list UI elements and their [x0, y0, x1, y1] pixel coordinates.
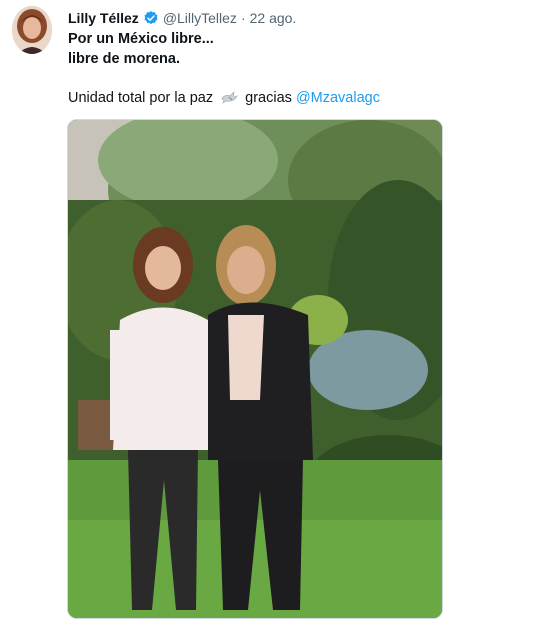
author-name[interactable]: Lilly Téllez — [68, 10, 139, 26]
tweet-text-line-2: libre de morena. — [68, 51, 181, 67]
tweet-text-line-3: Unidad total por la paz gracias @Mzavala… — [68, 89, 380, 107]
avatar[interactable] — [12, 6, 52, 54]
tweet-date[interactable]: 22 ago. — [250, 10, 297, 26]
dove-emoji-icon — [220, 90, 239, 104]
tweet-photo[interactable] — [67, 119, 443, 619]
tweet-text-prefix: Unidad total por la paz — [68, 90, 214, 106]
tweet-text-middle: gracias — [245, 90, 292, 106]
separator-dot: · — [240, 10, 246, 26]
tweet: Lilly Téllez @LillyTellez · 22 ago. Por … — [0, 0, 541, 620]
mention-link[interactable]: @Mzavalagc — [296, 90, 380, 106]
tweet-text-line-1: Por un México libre... — [68, 31, 214, 47]
tweet-header: Lilly Téllez @LillyTellez · 22 ago. — [68, 8, 296, 28]
author-handle[interactable]: @LillyTellez — [163, 10, 237, 26]
verified-badge-icon — [143, 10, 159, 26]
